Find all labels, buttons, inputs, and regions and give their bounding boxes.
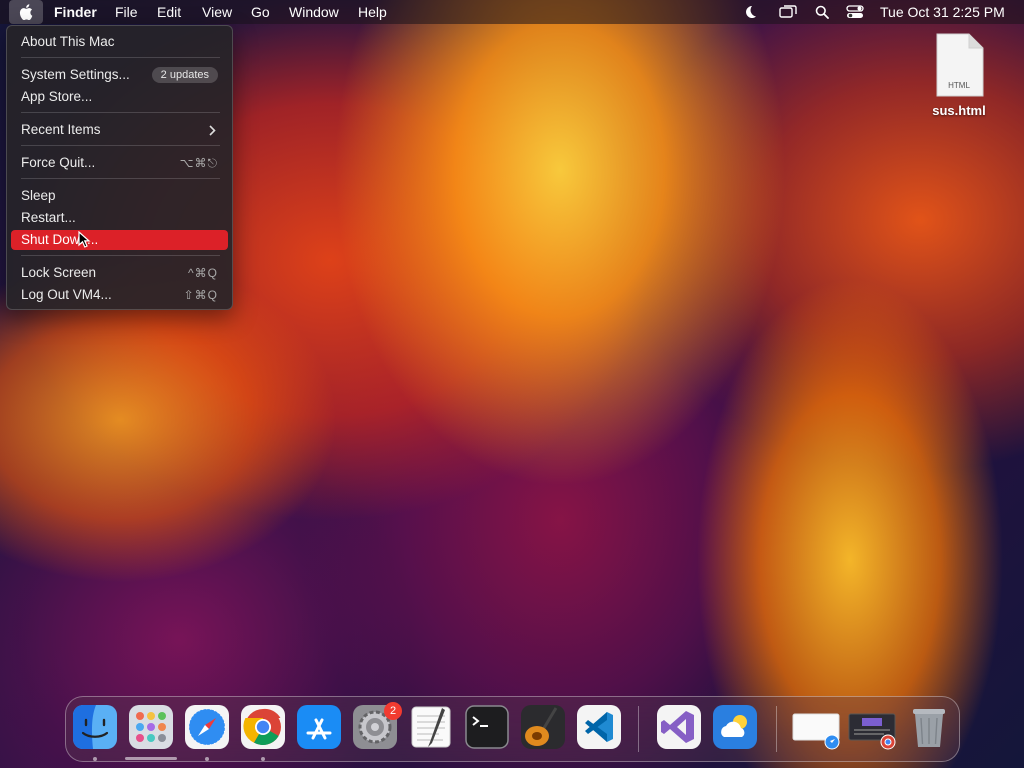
- menu-clock[interactable]: Tue Oct 31 2:25 PM: [878, 0, 1007, 24]
- desktop-file-label: sus.html: [932, 103, 986, 118]
- menu-separator: [21, 145, 220, 146]
- menu-bar: Finder File Edit View Go Window Help Tue…: [0, 0, 1024, 24]
- menu-item-restart[interactable]: Restart...: [11, 208, 228, 228]
- finder-icon[interactable]: [72, 704, 118, 750]
- menu-item-about[interactable]: About This Mac: [11, 32, 228, 52]
- dock-separator: [638, 706, 639, 752]
- running-indicator: [93, 757, 97, 761]
- menu-window[interactable]: Window: [287, 0, 341, 24]
- menu-item-label: About This Mac: [21, 34, 115, 49]
- safari-window-icon[interactable]: [792, 704, 842, 750]
- apple-logo-icon: [19, 4, 33, 20]
- menu-help[interactable]: Help: [356, 0, 389, 24]
- menu-item-recent-items[interactable]: Recent Items: [11, 120, 228, 140]
- menu-item-system-settings[interactable]: System Settings... 2 updates: [11, 65, 228, 85]
- menu-item-app-store[interactable]: App Store...: [11, 87, 228, 107]
- menu-separator: [21, 178, 220, 179]
- menu-item-log-out[interactable]: Log Out VM4... ⇧⌘Q: [11, 285, 228, 305]
- menu-view[interactable]: View: [200, 0, 234, 24]
- menu-separator: [21, 255, 220, 256]
- menu-item-label: Lock Screen: [21, 265, 97, 280]
- menu-file[interactable]: File: [113, 0, 140, 24]
- running-indicator: [205, 757, 209, 761]
- file-type-label: HTML: [948, 81, 970, 90]
- mouse-pointer-icon: [78, 231, 91, 248]
- menu-go[interactable]: Go: [249, 0, 272, 24]
- launchpad-icon[interactable]: [128, 704, 174, 750]
- menu-item-label: System Settings...: [21, 67, 130, 82]
- menu-shortcut: ⌥⌘⎋: [179, 156, 218, 170]
- menu-item-lock-screen[interactable]: Lock Screen ^⌘Q: [11, 263, 228, 283]
- menu-item-label: Log Out VM4...: [21, 287, 112, 302]
- vscode-icon[interactable]: [576, 704, 622, 750]
- menu-item-force-quit[interactable]: Force Quit... ⌥⌘⎋: [11, 153, 228, 173]
- chrome-window-icon[interactable]: [848, 704, 898, 750]
- menu-app-name[interactable]: Finder: [52, 0, 99, 24]
- control-center-icon[interactable]: [845, 3, 865, 21]
- desktop[interactable]: Finder File Edit View Go Window Help Tue…: [0, 0, 1024, 768]
- html-file-icon: HTML: [936, 33, 984, 97]
- notification-badge: 2: [384, 702, 402, 720]
- screen-mirroring-icon[interactable]: [778, 3, 798, 21]
- apple-menu-button[interactable]: [9, 0, 43, 24]
- menu-item-label: Force Quit...: [21, 155, 96, 170]
- menu-separator: [21, 112, 220, 113]
- menu-item-label: App Store...: [21, 89, 93, 104]
- app-store-icon[interactable]: [296, 704, 342, 750]
- menu-item-label: Sleep: [21, 188, 56, 203]
- safari-icon[interactable]: [184, 704, 230, 750]
- menu-shortcut: ^⌘Q: [188, 266, 218, 280]
- menu-item-label: Restart...: [21, 210, 76, 225]
- menu-shortcut: ⇧⌘Q: [183, 288, 218, 302]
- dock-separator: [776, 706, 777, 752]
- apple-menu: About This Mac System Settings... 2 upda…: [6, 25, 233, 310]
- moon-icon[interactable]: [741, 3, 759, 21]
- running-indicator: [261, 757, 265, 761]
- textedit-icon[interactable]: [408, 704, 454, 750]
- weather-icon[interactable]: [712, 704, 758, 750]
- menu-edit[interactable]: Edit: [155, 0, 183, 24]
- chevron-right-icon: [209, 121, 216, 140]
- trash-icon[interactable]: [906, 704, 952, 750]
- garageband-icon[interactable]: [520, 704, 566, 750]
- menu-item-shut-down[interactable]: Shut Down...: [11, 230, 228, 250]
- updates-badge: 2 updates: [151, 67, 218, 83]
- menu-item-sleep[interactable]: Sleep: [11, 186, 228, 206]
- dock-scroll-indicator: [125, 757, 177, 760]
- search-icon[interactable]: [813, 3, 831, 21]
- terminal-icon[interactable]: [464, 704, 510, 750]
- menu-item-label: Recent Items: [21, 122, 101, 137]
- visual-studio-icon[interactable]: [656, 704, 702, 750]
- desktop-file-sus-html[interactable]: HTML sus.html: [922, 32, 996, 122]
- chrome-icon[interactable]: [240, 704, 286, 750]
- menu-separator: [21, 57, 220, 58]
